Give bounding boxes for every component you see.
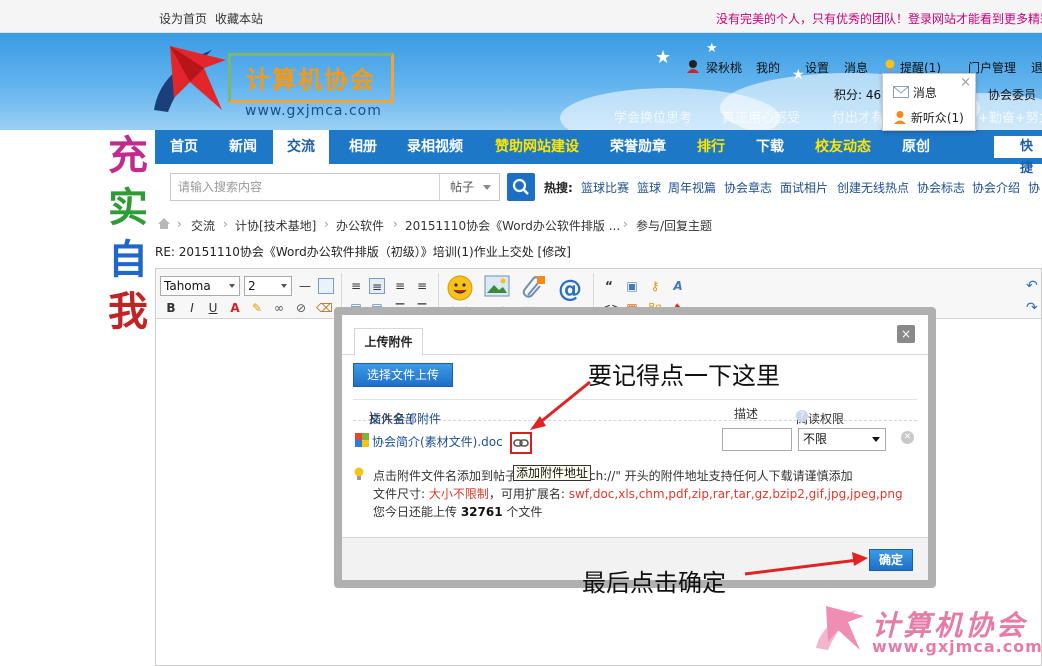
annotation-arrows [530,380,868,576]
